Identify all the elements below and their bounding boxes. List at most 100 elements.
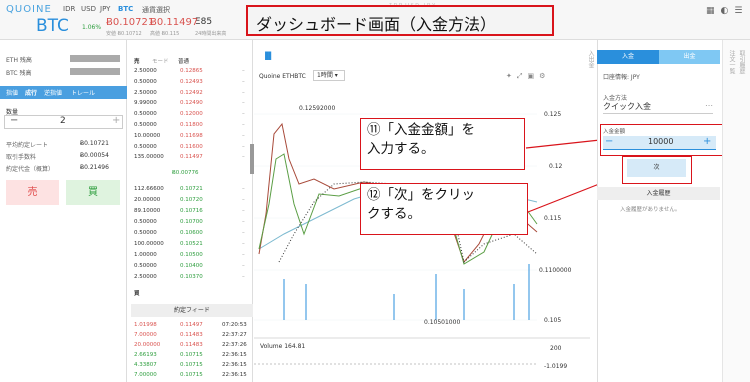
feed-price: 0.10715 xyxy=(180,352,203,358)
ask-row[interactable]: 10.00000 xyxy=(134,133,160,139)
ask-qty: 10.00000 xyxy=(134,132,161,139)
currency-tab-btc[interactable]: BTC xyxy=(118,5,133,13)
side-label-orders[interactable]: 注文一覧 xyxy=(727,50,736,74)
bid-qty: 1.00000 xyxy=(134,252,157,258)
sell-button[interactable]: 売 xyxy=(6,180,59,205)
feed-time: 22:37:27 xyxy=(222,332,247,338)
ask-row[interactable]: 9.99000 xyxy=(134,100,157,106)
next-button[interactable]: 次 xyxy=(627,159,686,177)
bid-price: 0.10400 xyxy=(180,263,203,269)
eth-balance-redacted xyxy=(70,55,120,62)
ytick-1: 0.12 xyxy=(549,163,563,170)
ask-row[interactable]: 0.50000 xyxy=(134,122,157,128)
bid-price: 0.10720 xyxy=(180,197,203,203)
volume-label: 24時間出来高 xyxy=(195,31,227,37)
ytick-4: 0.105 xyxy=(544,317,561,324)
bid-row[interactable]: 1.00000 xyxy=(134,252,157,258)
bid-row[interactable]: 0.50000 xyxy=(134,230,157,236)
ask-price: 0.12490 xyxy=(180,100,203,107)
chart-tool-icons[interactable]: ✦⤢▣⚙ xyxy=(506,72,550,81)
pair-select[interactable]: 通貨選択 xyxy=(142,5,170,15)
feed-qty: 7.00000 xyxy=(134,372,157,378)
fee-label: 取引手数料 xyxy=(6,154,37,161)
orderbook-sell-header: 売 xyxy=(134,59,140,65)
quantity-minus-button[interactable]: − xyxy=(10,115,18,126)
ask-qty: 0.50000 xyxy=(134,111,157,118)
bid-row[interactable]: 0.50000 xyxy=(134,219,157,225)
ask-price: 0.12493 xyxy=(180,78,203,85)
ask-qty: 0.50000 xyxy=(134,143,157,150)
bid-row[interactable]: 2.50000 xyxy=(134,274,157,280)
bid-qty: 112.66600 xyxy=(134,186,164,192)
ask-row[interactable]: 2.50000 xyxy=(134,68,157,74)
tab-stop[interactable]: 逆指値 xyxy=(44,88,62,97)
ask-price: 0.12000 xyxy=(180,111,203,118)
callout-11-line2: 入力する。 xyxy=(367,141,435,157)
orderbook-buy-label: 買 xyxy=(134,291,140,297)
bid-row[interactable]: 0.50000 xyxy=(134,263,157,269)
ask-price: 0.11800 xyxy=(180,122,203,128)
tab-limit[interactable]: 指値 xyxy=(6,88,18,97)
ask-row[interactable]: 2.50000 xyxy=(134,90,157,96)
currency-tab-jpy[interactable]: JPY xyxy=(100,5,110,13)
amount-minus-button[interactable]: − xyxy=(605,136,613,147)
bid-row[interactable]: 89.10000 xyxy=(134,208,160,214)
bid-price: 0.10716 xyxy=(180,208,203,214)
ask-qty: 2.50000 xyxy=(134,68,157,74)
deposit-amount-label: 入金金額 xyxy=(603,129,626,135)
deposit-method-value: クイック入金 xyxy=(603,102,651,111)
callout-12-line1: ⑫「次」をクリッ xyxy=(367,187,475,203)
ask-price: 0.11497 xyxy=(180,154,203,161)
bid-row[interactable]: 112.66600 xyxy=(134,186,164,192)
ytick-0: 0.125 xyxy=(544,111,561,118)
ask-row[interactable]: 0.50000 xyxy=(134,111,157,117)
bid-row[interactable]: 20.00000 xyxy=(134,197,160,203)
deposit-amount-value[interactable]: 10000 xyxy=(648,137,673,146)
ask-dash: – xyxy=(242,122,245,128)
ask-row[interactable]: 0.50000 xyxy=(134,79,157,85)
tab-trailing[interactable]: トレール xyxy=(71,88,95,97)
feed-price: 0.11497 xyxy=(180,322,203,328)
ask-row[interactable]: 0.50000 xyxy=(134,144,157,150)
callout-12-line2: クする。 xyxy=(367,206,421,222)
currency-tab-idr[interactable]: IDR xyxy=(63,5,75,13)
ask-qty: 2.50000 xyxy=(134,89,157,96)
callout-step-11: ⑪「入金金額」を 入力する。 xyxy=(360,118,525,170)
interval-select[interactable]: 1時間 ▾ xyxy=(313,70,345,81)
tab-withdraw[interactable]: 出金 xyxy=(659,50,720,64)
eth-balance-label: ETH 残高 xyxy=(6,57,32,64)
bid-dash: – xyxy=(242,230,245,236)
quantity-value[interactable]: 2 xyxy=(60,116,66,126)
ask-dash: – xyxy=(242,111,245,118)
feed-price: 0.10715 xyxy=(180,372,203,378)
volume-24h: Ξ85 xyxy=(195,17,213,27)
orderbook-mode-value[interactable]: 普通 xyxy=(178,57,189,65)
tab-market[interactable]: 成行 xyxy=(25,88,37,97)
ask-dash: – xyxy=(242,78,245,85)
header-icons[interactable]: ▦◐☰ xyxy=(706,6,748,16)
bid-price: 0.10600 xyxy=(180,230,203,236)
side-label-history[interactable]: 取引履歴 xyxy=(737,50,746,74)
more-icon: ⋯ xyxy=(705,101,713,110)
quantity-plus-button[interactable]: + xyxy=(112,115,120,126)
quoine-logo[interactable]: QUOINE xyxy=(6,4,52,15)
feed-qty: 7.00000 xyxy=(134,332,157,338)
currency-tab-usd[interactable]: USD xyxy=(81,5,96,13)
bid-price: 0.10521 xyxy=(180,241,203,247)
save-icon: ▣ xyxy=(527,72,540,80)
bid-qty: 20.00000 xyxy=(134,197,161,203)
bid-row[interactable]: 100.00000 xyxy=(134,241,164,247)
bid-qty: 0.50000 xyxy=(134,263,157,269)
side-labels: 注文一覧 取引履歴 xyxy=(722,40,750,382)
high-label: 高値 Ƀ0.115 xyxy=(150,31,180,37)
deposit-method-select[interactable]: クイック入金 ⋯ xyxy=(603,101,713,114)
buy-button[interactable]: 買 xyxy=(66,180,120,205)
interval-value: 1時間 xyxy=(317,72,333,79)
tab-deposit[interactable]: 入金 xyxy=(597,50,659,64)
bid-dash: – xyxy=(242,208,245,214)
amount-plus-button[interactable]: + xyxy=(703,136,711,147)
change-percent: 1.06% xyxy=(82,24,102,31)
ask-row[interactable]: 135.00000 xyxy=(134,154,164,160)
side-label-deposit[interactable]: 入出金 xyxy=(586,50,595,68)
ask-dash: – xyxy=(242,100,245,107)
